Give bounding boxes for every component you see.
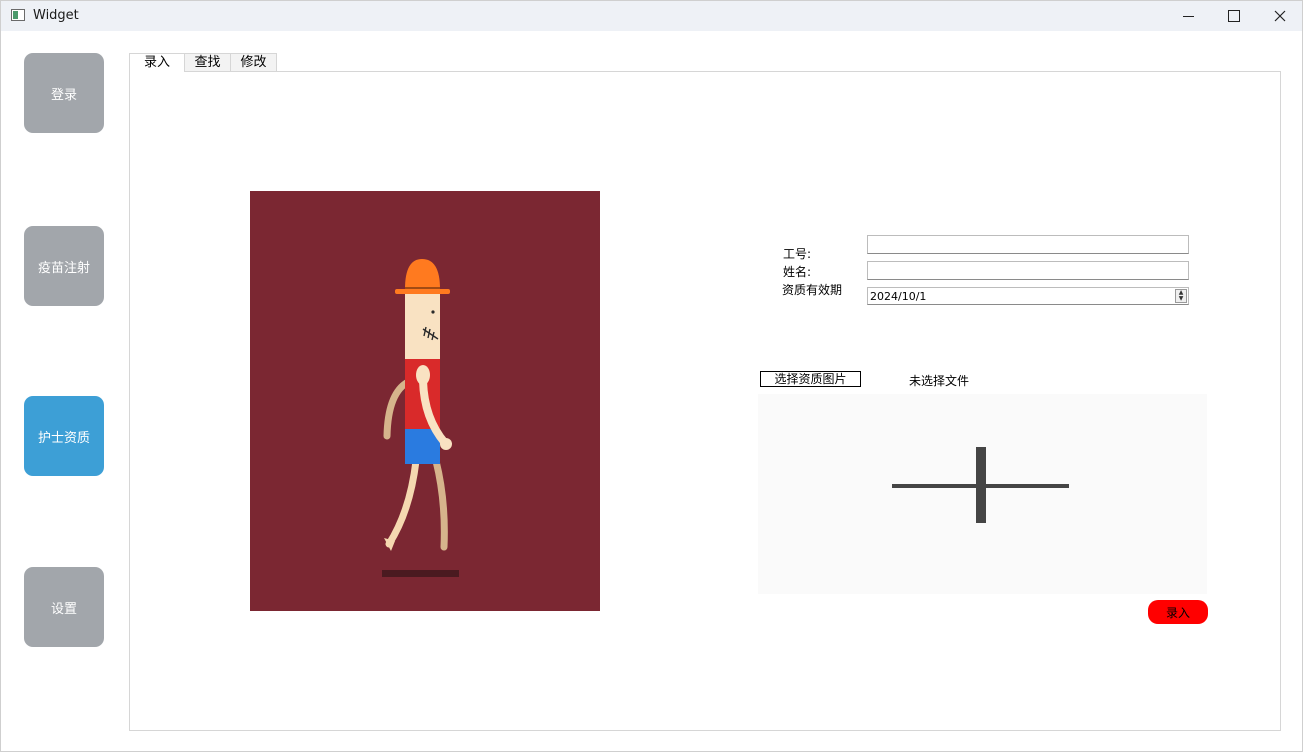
close-icon [1274, 10, 1286, 22]
sidebar-item-vaccination[interactable]: 疫苗注射 [24, 226, 104, 306]
validity-date-label: 资质有效期 [782, 283, 843, 297]
file-status-text: 未选择文件 [909, 374, 970, 388]
close-button[interactable] [1257, 1, 1303, 31]
sidebar-item-login[interactable]: 登录 [24, 53, 104, 133]
validity-date-input[interactable]: 2024/10/1 ▲ ▼ [867, 287, 1189, 305]
sidebar-item-settings[interactable]: 设置 [24, 567, 104, 647]
app-icon [11, 9, 25, 21]
maximize-icon [1228, 10, 1240, 22]
tab-edit[interactable]: 修改 [230, 53, 277, 71]
name-label: 姓名: [783, 265, 812, 279]
tab-entry[interactable]: 录入 [129, 53, 185, 72]
name-input[interactable] [867, 261, 1189, 280]
spin-down-icon[interactable]: ▼ [1176, 296, 1186, 302]
walking-character-animation [250, 191, 600, 611]
validity-date-value: 2024/10/1 [870, 290, 927, 303]
image-preview-area[interactable] [758, 394, 1207, 594]
minimize-icon [1182, 15, 1194, 17]
app-window: Widget 登录 疫苗注射 护士资质 设置 录入 查找 修改 工号: 姓名: … [0, 0, 1303, 752]
employee-id-input[interactable] [867, 235, 1189, 254]
choose-qualification-image-button[interactable]: 选择资质图片 [760, 371, 861, 387]
plus-icon [892, 447, 1069, 523]
maximize-button[interactable] [1211, 1, 1257, 31]
tab-search[interactable]: 查找 [184, 53, 231, 71]
submit-entry-button[interactable]: 录入 [1148, 600, 1208, 624]
minimize-button[interactable] [1165, 1, 1211, 31]
date-spinbox[interactable]: ▲ ▼ [1175, 289, 1187, 303]
window-title: Widget [33, 8, 79, 23]
sidebar-item-nurse-qualification[interactable]: 护士资质 [24, 396, 104, 476]
employee-id-label: 工号: [783, 247, 812, 261]
walking-character-illustration [382, 259, 459, 577]
title-bar: Widget [1, 1, 1302, 31]
